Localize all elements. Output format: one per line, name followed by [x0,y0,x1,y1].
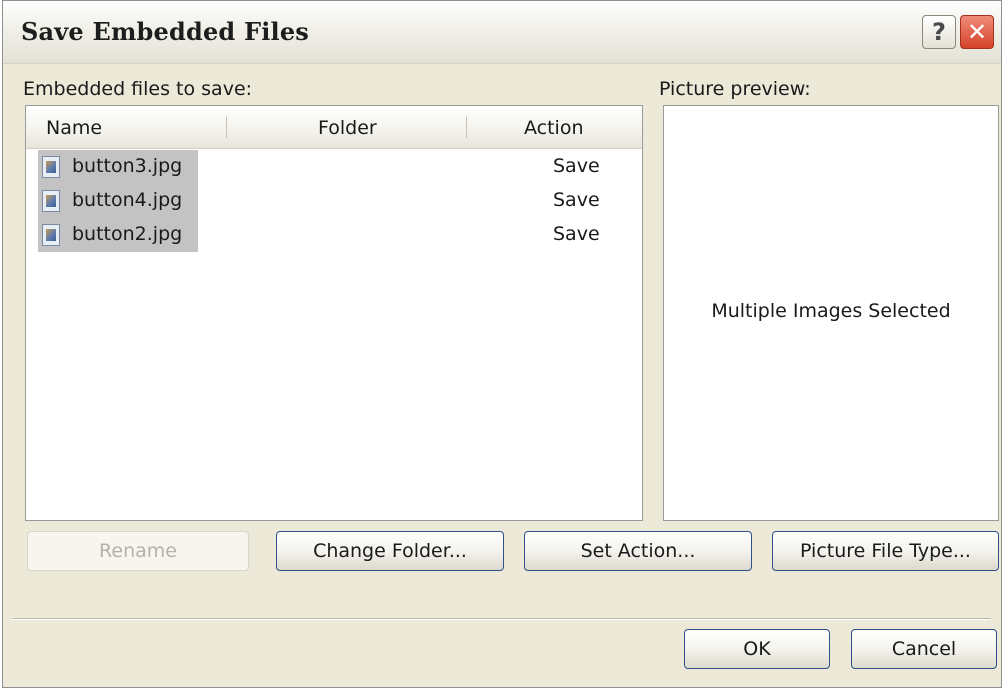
ok-button[interactable]: OK [684,629,830,669]
image-file-icon [42,224,60,246]
column-header-action[interactable]: Action [524,117,584,139]
picture-file-type-button[interactable]: Picture File Type... [772,531,999,571]
close-button[interactable]: ✕ [960,15,994,49]
file-name: button3.jpg [72,155,183,177]
help-button[interactable]: ? [922,15,956,49]
file-row[interactable]: button3.jpg Save [38,150,628,184]
set-action-button[interactable]: Set Action... [524,531,752,571]
help-icon: ? [932,18,946,46]
file-action: Save [553,155,600,177]
column-header-folder[interactable]: Folder [318,117,377,139]
save-embedded-files-dialog: Save Embedded Files ? ✕ Embedded files t… [2,0,1002,688]
file-action: Save [553,189,600,211]
image-file-icon [42,156,60,178]
title-bar[interactable]: Save Embedded Files ? ✕ [3,1,1001,64]
image-file-icon [42,190,60,212]
dialog-title: Save Embedded Files [21,17,310,46]
column-separator[interactable] [226,116,227,138]
rename-button[interactable]: Rename [27,531,249,571]
file-row[interactable]: button2.jpg Save [38,218,628,252]
close-icon: ✕ [966,18,988,46]
preview-message: Multiple Images Selected [711,300,951,322]
footer-divider [13,618,991,620]
file-row[interactable]: button4.jpg Save [38,184,628,218]
column-header-name[interactable]: Name [46,117,102,139]
file-name: button4.jpg [72,189,183,211]
files-to-save-label: Embedded files to save: [23,78,253,100]
picture-preview-label: Picture preview: [659,78,811,100]
file-name: button2.jpg [72,223,183,245]
cancel-button[interactable]: Cancel [851,629,997,669]
list-header: Name Folder Action [26,106,642,149]
picture-preview-pane: Multiple Images Selected [663,105,999,521]
column-separator[interactable] [466,116,467,138]
file-action: Save [553,223,600,245]
change-folder-button[interactable]: Change Folder... [276,531,504,571]
embedded-files-list[interactable]: Name Folder Action button3.jpg Save butt… [25,105,643,521]
